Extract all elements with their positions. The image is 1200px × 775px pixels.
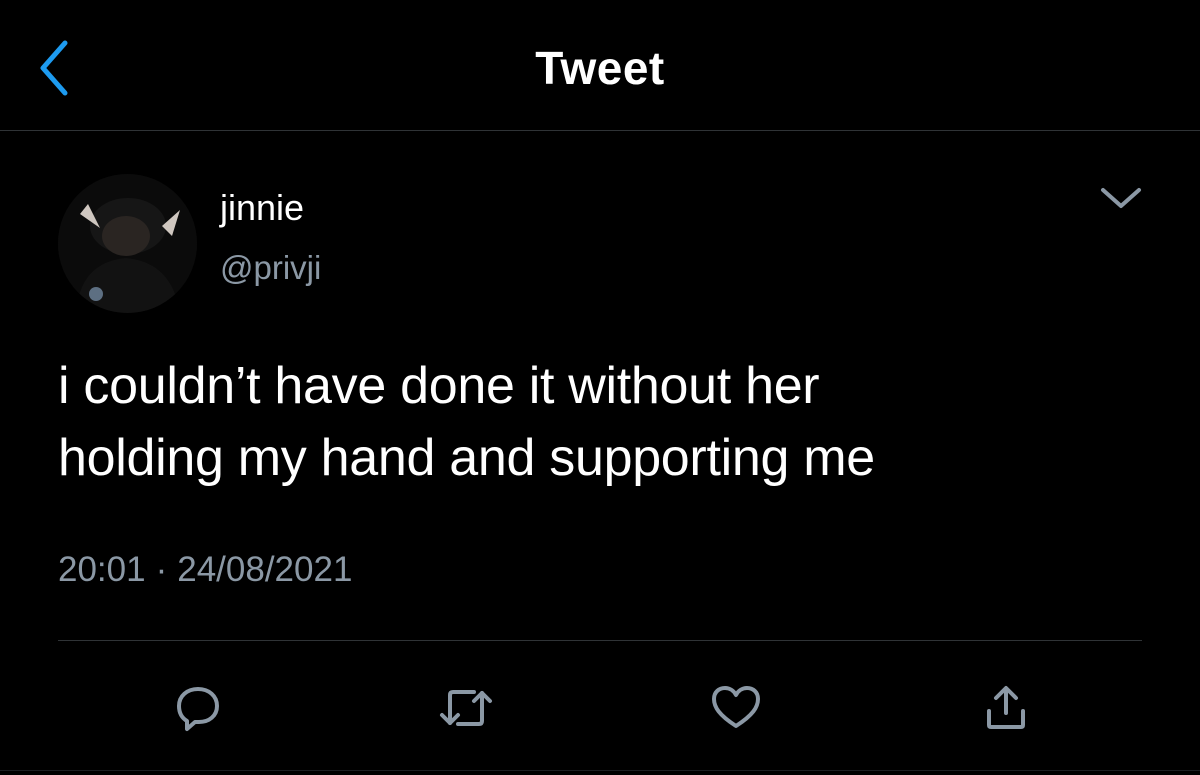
profile-photo [58, 174, 197, 313]
tweet-text: i couldn’t have done it without her hold… [58, 350, 1158, 494]
top-bar: Tweet [0, 0, 1200, 131]
author-display-name[interactable]: jinnie [220, 183, 304, 233]
comment-icon [177, 687, 219, 731]
reply-button[interactable] [170, 680, 226, 736]
tweet-date: 24/08/2021 [177, 550, 353, 589]
author-handle[interactable]: @privji [220, 245, 321, 291]
page-title: Tweet [535, 42, 665, 94]
retweet-icon [440, 690, 492, 726]
tweet-time: 20:01 [58, 550, 146, 589]
like-button[interactable] [708, 680, 764, 736]
action-bar [0, 660, 1200, 750]
more-options-button[interactable] [1093, 176, 1149, 220]
tweet-timestamp: 20:01 · 24/08/2021 [58, 546, 352, 594]
share-button[interactable] [978, 680, 1034, 736]
bottom-divider [0, 770, 1200, 771]
avatar[interactable] [58, 174, 197, 313]
retweet-button[interactable] [438, 680, 494, 736]
share-icon [987, 686, 1025, 729]
tweet-text-line: i couldn’t have done it without her [58, 357, 820, 415]
divider [58, 640, 1142, 641]
tweet-text-line: holding my hand and supporting me [58, 429, 875, 487]
heart-icon [712, 686, 760, 728]
timestamp-separator: · [155, 550, 168, 589]
chevron-down-icon [1101, 188, 1141, 208]
